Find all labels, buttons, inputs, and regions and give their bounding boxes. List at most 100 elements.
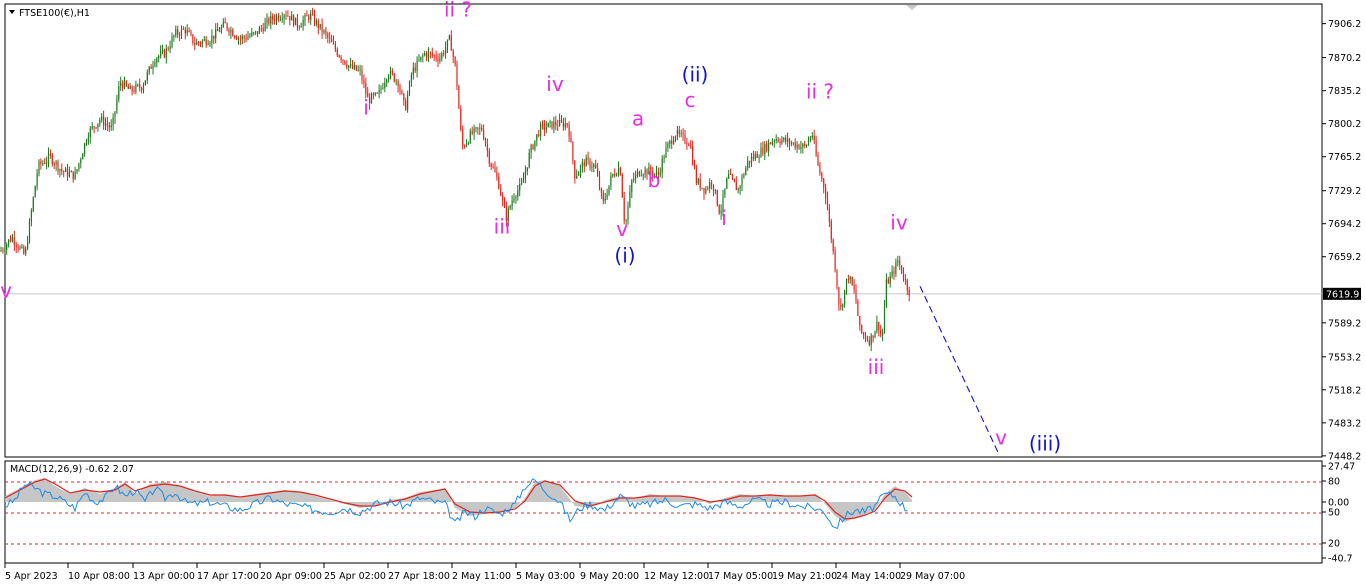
candle-body <box>298 26 300 28</box>
candle-body <box>882 332 884 335</box>
candle-body <box>215 28 217 39</box>
candle-body <box>608 185 610 195</box>
candle-body <box>104 123 107 126</box>
candle-body <box>437 58 439 61</box>
candle-body <box>904 279 906 281</box>
candle-body <box>684 134 686 143</box>
candle-body <box>262 28 264 32</box>
candle-body <box>293 15 295 26</box>
candle-body <box>76 169 78 173</box>
candle-body <box>353 65 355 69</box>
candle-body <box>524 171 526 179</box>
candle-body <box>559 119 561 127</box>
candle-body <box>830 221 832 240</box>
candle-body <box>866 338 868 341</box>
candle-body <box>536 134 538 141</box>
candle-body <box>693 163 696 169</box>
candle-body <box>186 30 188 34</box>
candle-body <box>272 15 274 20</box>
candle-body <box>78 163 80 170</box>
candle-body <box>540 123 542 136</box>
candle-body <box>188 30 190 32</box>
candle-body <box>513 198 515 201</box>
candle-body <box>182 28 184 30</box>
candle-body <box>758 157 760 159</box>
candle-body <box>32 197 34 211</box>
candle-body <box>15 244 17 247</box>
candle-body <box>101 116 103 120</box>
candle-body <box>661 158 663 173</box>
candle-body <box>152 65 154 69</box>
candle-body <box>296 17 298 27</box>
candle-body <box>739 186 741 189</box>
candle-body <box>287 15 289 17</box>
candle-body <box>549 121 551 123</box>
time-tick-label: 5 May 03:00 <box>516 571 575 582</box>
candle-body <box>443 53 445 55</box>
candle-body <box>522 178 525 183</box>
candle-body <box>665 147 667 158</box>
candle-body <box>346 64 348 68</box>
candle-body <box>196 42 198 45</box>
candle-body <box>598 176 601 189</box>
candle-body <box>570 136 572 143</box>
price-tick-label: 7800.2 <box>1328 119 1361 130</box>
candle-body <box>779 141 781 144</box>
candle-body <box>853 284 855 290</box>
candle-body <box>177 29 179 35</box>
candle-body <box>66 168 69 177</box>
candle-body <box>57 161 59 171</box>
candle-body <box>232 30 234 36</box>
candle-body <box>908 289 910 296</box>
candle-body <box>249 35 251 37</box>
candle-body <box>815 140 817 156</box>
candle-body <box>813 135 815 141</box>
candle-body <box>123 81 126 89</box>
candle-body <box>120 82 122 87</box>
candle-body <box>230 30 232 33</box>
candle-body <box>369 97 371 104</box>
candle-body <box>365 83 367 94</box>
candle-body <box>150 66 152 69</box>
candle-body <box>798 144 800 149</box>
time-tick-label: 25 Apr 02:00 <box>324 571 386 582</box>
candle-body <box>70 171 72 173</box>
candle-body <box>327 33 329 38</box>
candle-body <box>355 65 357 71</box>
candle-body <box>769 142 772 145</box>
candle-body <box>716 190 718 206</box>
candle-body <box>363 80 365 84</box>
time-tick-label: 13 Apr 00:00 <box>133 571 195 582</box>
price-panel[interactable] <box>4 3 1323 458</box>
candle-body <box>357 69 359 71</box>
candle-body <box>889 275 891 284</box>
candle-body <box>450 35 452 51</box>
macd-panel[interactable] <box>4 460 1323 564</box>
candle-body <box>583 162 585 167</box>
candle-body <box>832 239 834 251</box>
candle-body <box>55 161 57 165</box>
candle-body <box>547 122 549 128</box>
candle-body <box>899 260 901 266</box>
candle-body <box>545 127 547 130</box>
candle-body <box>47 153 50 162</box>
candle-body <box>72 171 74 180</box>
candle-body <box>161 50 164 52</box>
candle-body <box>619 167 621 175</box>
wave-label: iii <box>868 355 885 379</box>
candle-body <box>479 127 481 129</box>
candle-body <box>275 15 278 21</box>
candle-body <box>477 127 479 129</box>
candle-body <box>139 84 141 88</box>
candle-body <box>34 186 36 198</box>
candle-body <box>521 182 523 184</box>
candle-body <box>131 86 133 92</box>
candle-body <box>564 123 566 128</box>
macd-tick-label: 80 <box>1328 477 1340 488</box>
candle-body <box>283 15 285 19</box>
candle-body <box>671 140 673 145</box>
candle-body <box>680 133 682 134</box>
candle-body <box>484 138 487 145</box>
time-tick-label: 9 May 20:00 <box>580 571 639 582</box>
candle-body <box>760 147 762 158</box>
